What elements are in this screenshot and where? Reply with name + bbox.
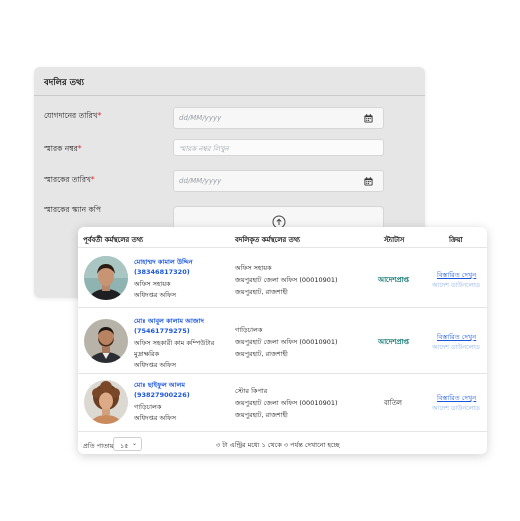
employee-name[interactable]: মোঃ ছাইফুল আলম [134, 380, 185, 391]
employee-office-extra: অধিদপ্তর অফিস [134, 361, 177, 369]
new-designation: স্টোর কিপার [235, 387, 268, 395]
new-designation: অফিস সহায়ক [235, 264, 272, 272]
table-row: মোঃ ছাইফুল আলম (93827900226) গাড়িচালক অ… [78, 373, 487, 431]
new-office: জয়পুরহাট জেলা অফিস (00010901) [235, 338, 338, 346]
chevron-down-icon: ⌄ [131, 440, 137, 447]
memo-date-input[interactable]: dd/MM/yyyy [173, 170, 384, 192]
per-page-label: প্রতি পাতায় [83, 442, 114, 450]
employee-designation: অফিস সহায়ক [134, 280, 171, 288]
calendar-icon[interactable] [364, 177, 373, 186]
pagination-info: ৩ টা এন্ট্রির মধ্যে ১ থেকে ৩ পর্যন্ত দেখ… [216, 441, 340, 449]
new-location: জয়পুরহাট, রাজশাহী [235, 350, 288, 358]
new-designation: গাড়িচালক [235, 326, 263, 334]
avatar [84, 256, 128, 300]
status-badge: বাতিল [384, 399, 402, 407]
join-date-input[interactable]: dd/MM/yyyy [173, 107, 384, 129]
table-row: মোঃ আবুল কালাম আজাদ (75461779275) অফিস স… [78, 307, 487, 373]
header-action: ক্রিয়া [449, 236, 463, 244]
header-transfer-workplace: বদলিকৃত কর্মস্থলের তথ্য [235, 236, 300, 244]
memo-no-input[interactable]: স্মারক নম্বর লিখুন [173, 139, 384, 156]
employee-designation: অফিস সহকারী কাম কম্পিউটার [134, 339, 215, 347]
header-prev-workplace: পূর্ববর্তী কর্মস্থলের তথ্য [83, 236, 143, 244]
employee-name[interactable]: মোঃ আবুল কালাম আজাদ [134, 316, 204, 327]
memo-date-label: স্মারকের তারিখ* [44, 175, 95, 184]
download-order-link[interactable]: আদেশ ডাউনলোড [432, 403, 480, 414]
status-badge: আদেশপ্রাপ্ত [378, 276, 409, 284]
employee-office: অধিদপ্তর অফিস [134, 291, 177, 299]
form-title: বদলির তথ্য [44, 78, 84, 88]
new-office: জয়পুরহাট জেলা অফিস (00010901) [235, 276, 338, 284]
employee-office: অধিদপ্তর অফিস [134, 414, 177, 422]
form-divider [34, 95, 425, 96]
employee-id: (75461779275) [134, 327, 190, 335]
table-row: মোহাম্মদ কামাল উদ্দিন (38346817320) অফিস… [78, 247, 487, 307]
memo-scan-label: স্মারকের স্ক্যান কপি [44, 205, 101, 214]
employee-office: মুদ্রাক্ষরিক [134, 350, 160, 358]
employee-name[interactable]: মোহাম্মদ কামাল উদ্দিন [134, 257, 193, 268]
header-status: স্ট্যাটাস [384, 236, 405, 244]
join-date-label: যোগদানের তারিখ* [44, 111, 102, 120]
per-page-select[interactable]: ১৫ ⌄ [113, 437, 142, 451]
download-order-link[interactable]: আদেশ ডাউনলোড [432, 342, 480, 353]
transfer-table: পূর্ববর্তী কর্মস্থলের তথ্য বদলিকৃত কর্মস… [78, 227, 487, 454]
new-location: জয়পুরহাট, রাজশাহী [235, 411, 288, 419]
avatar [84, 380, 128, 424]
status-badge: আদেশপ্রাপ্ত [378, 338, 409, 346]
download-order-link[interactable]: আদেশ ডাউনলোড [432, 280, 480, 291]
table-footer: প্রতি পাতায় ১৫ ⌄ ৩ টা এন্ট্রির মধ্যে ১ … [78, 431, 487, 454]
employee-designation: গাড়িচালক [134, 403, 162, 411]
avatar [84, 319, 128, 363]
new-office: জয়পুরহাট জেলা অফিস (00010901) [235, 399, 338, 407]
calendar-icon[interactable] [364, 114, 373, 123]
new-location: জয়পুরহাট, রাজশাহী [235, 288, 288, 296]
employee-id: (38346817320) [134, 268, 190, 276]
employee-id: (93827900226) [134, 391, 190, 399]
memo-no-label: স্মারক নম্বর* [44, 144, 82, 153]
